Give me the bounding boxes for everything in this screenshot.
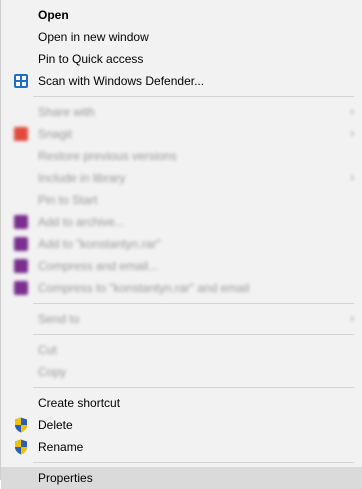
menu-separator xyxy=(33,96,354,97)
menu-item-delete[interactable]: Delete xyxy=(1,414,362,436)
uac-shield-icon xyxy=(13,417,29,433)
menu-item-pin-quick-access[interactable]: Pin to Quick access xyxy=(1,48,362,70)
menu-item-compress-email-label: Compress and email... xyxy=(38,259,159,273)
menu-item-properties[interactable]: Properties xyxy=(1,467,362,489)
menu-item-properties-label: Properties xyxy=(38,471,93,485)
menu-item-share-with-label: Share with xyxy=(38,105,95,119)
menu-item-compress-rar-email-label: Compress to "konstantyn.rar" and email xyxy=(38,281,250,295)
menu-item-pin-quick-access-label: Pin to Quick access xyxy=(38,52,144,66)
menu-item-compress-email[interactable]: Compress and email... xyxy=(1,255,362,277)
menu-item-create-shortcut[interactable]: Create shortcut xyxy=(1,392,362,414)
menu-item-scan-defender[interactable]: Scan with Windows Defender... xyxy=(1,70,362,92)
snagit-icon xyxy=(13,126,29,142)
menu-item-compress-rar-email[interactable]: Compress to "konstantyn.rar" and email xyxy=(1,277,362,299)
menu-item-create-shortcut-label: Create shortcut xyxy=(38,396,121,410)
menu-separator xyxy=(33,303,354,304)
submenu-arrow-icon: › xyxy=(350,128,354,140)
menu-item-add-archive-label: Add to archive... xyxy=(38,215,125,229)
menu-item-delete-label: Delete xyxy=(38,418,73,432)
menu-item-copy-label: Copy xyxy=(38,365,67,379)
menu-item-share-with[interactable]: Share with › xyxy=(1,101,362,123)
menu-item-rename[interactable]: Rename xyxy=(1,436,362,458)
menu-item-restore-versions[interactable]: Restore previous versions xyxy=(1,145,362,167)
menu-item-open-new-window[interactable]: Open in new window xyxy=(1,26,362,48)
menu-item-pin-start-label: Pin to Start xyxy=(38,193,98,207)
menu-item-rename-label: Rename xyxy=(38,440,84,454)
menu-item-open-label: Open xyxy=(38,8,69,22)
winrar-icon xyxy=(13,258,29,274)
menu-item-open-new-window-label: Open in new window xyxy=(38,30,149,44)
winrar-icon xyxy=(13,236,29,252)
menu-item-scan-defender-label: Scan with Windows Defender... xyxy=(38,74,205,88)
menu-separator xyxy=(33,334,354,335)
submenu-arrow-icon: › xyxy=(350,313,354,325)
menu-item-copy[interactable]: Copy xyxy=(1,361,362,383)
windows-defender-icon xyxy=(13,73,29,89)
menu-item-send-to[interactable]: Send to › xyxy=(1,308,362,330)
menu-item-pin-start[interactable]: Pin to Start xyxy=(1,189,362,211)
menu-item-snagit[interactable]: Snagit › xyxy=(1,123,362,145)
submenu-arrow-icon: › xyxy=(350,172,354,184)
menu-item-cut[interactable]: Cut xyxy=(1,339,362,361)
context-menu: Open Open in new window Pin to Quick acc… xyxy=(0,0,362,489)
winrar-icon xyxy=(13,280,29,296)
menu-item-open[interactable]: Open xyxy=(1,4,362,26)
submenu-arrow-icon: › xyxy=(350,106,354,118)
menu-item-send-to-label: Send to xyxy=(38,312,80,326)
menu-item-add-rar[interactable]: Add to "konstantyn.rar" xyxy=(1,233,362,255)
menu-item-include-library[interactable]: Include in library › xyxy=(1,167,362,189)
winrar-icon xyxy=(13,214,29,230)
menu-item-cut-label: Cut xyxy=(38,343,57,357)
menu-item-include-library-label: Include in library xyxy=(38,171,126,185)
uac-shield-icon xyxy=(13,439,29,455)
menu-item-add-archive[interactable]: Add to archive... xyxy=(1,211,362,233)
menu-item-snagit-label: Snagit xyxy=(38,127,73,141)
menu-item-restore-versions-label: Restore previous versions xyxy=(38,149,177,163)
menu-separator xyxy=(33,387,354,388)
menu-separator xyxy=(33,462,354,463)
menu-item-add-rar-label: Add to "konstantyn.rar" xyxy=(38,237,161,251)
